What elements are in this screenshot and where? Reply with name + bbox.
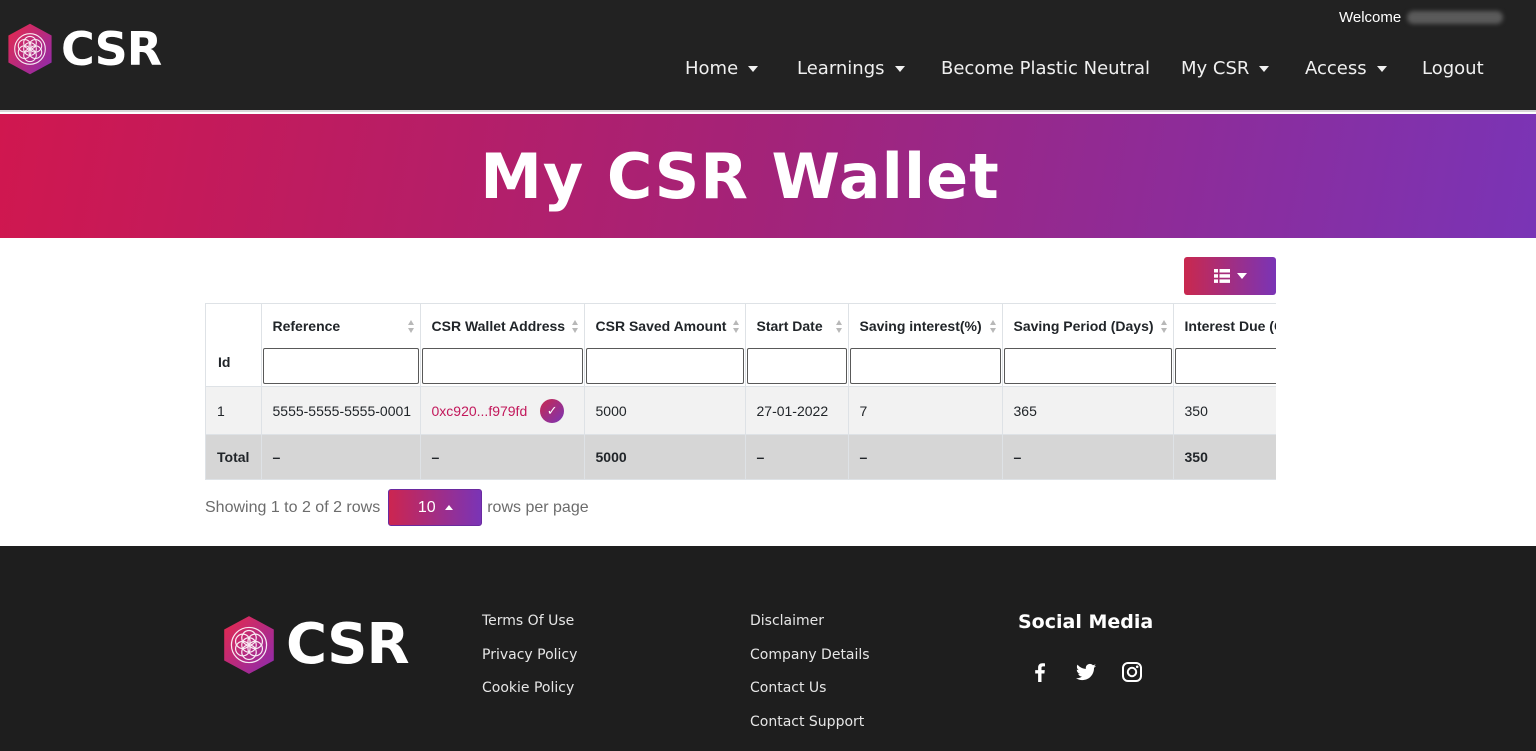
column-header-interest-due[interactable]: Interest Due (C bbox=[1173, 304, 1276, 387]
cell-reference: 5555-5555-5555-0001 bbox=[261, 386, 421, 435]
sort-icon bbox=[1160, 320, 1168, 334]
total-saved-amount: 5000 bbox=[584, 434, 746, 480]
column-header-wallet-address[interactable]: CSR Wallet Address bbox=[420, 304, 585, 387]
filter-saving-period-input[interactable] bbox=[1003, 348, 1172, 384]
instagram-icon[interactable] bbox=[1120, 660, 1144, 684]
column-header-saving-period[interactable]: Saving Period (Days) bbox=[1002, 304, 1174, 387]
nav-learnings[interactable]: Learnings bbox=[797, 58, 905, 79]
footer-link-contact-support[interactable]: Contact Support bbox=[750, 714, 864, 730]
table-row: 1 5555-5555-5555-0001 0xc920...f979fd ✓ … bbox=[206, 386, 1276, 435]
column-header-label: Saving interest(%) bbox=[859, 318, 982, 334]
redacted-user-email bbox=[1407, 11, 1504, 24]
column-header-label: CSR Wallet Address bbox=[431, 318, 566, 334]
cell-start-date: 27-01-2022 bbox=[745, 386, 849, 435]
footer-link-contact-us[interactable]: Contact Us bbox=[750, 680, 826, 696]
total-label: Total bbox=[206, 434, 262, 480]
cell-saving-interest: 7 bbox=[848, 386, 1003, 435]
page-size-dropdown[interactable]: 10 bbox=[388, 489, 483, 526]
sort-icon bbox=[407, 320, 415, 334]
column-header-id[interactable]: Id bbox=[206, 304, 262, 387]
cell-wallet-address: 0xc920...f979fd ✓ bbox=[420, 386, 585, 435]
total-interest-due: 350 bbox=[1173, 434, 1276, 480]
chevron-up-icon bbox=[444, 505, 453, 510]
column-header-label: Saving Period (Days) bbox=[1013, 318, 1154, 334]
footer-link-cookie[interactable]: Cookie Policy bbox=[482, 680, 574, 696]
social-media-heading: Social Media bbox=[1018, 611, 1154, 633]
nav-access[interactable]: Access bbox=[1305, 58, 1387, 79]
cell-id: 1 bbox=[206, 386, 262, 435]
total-reference: – bbox=[261, 434, 421, 480]
wallet-table: Id Reference CSR Wallet Address CSR Save… bbox=[206, 304, 1276, 480]
total-saving-interest: – bbox=[848, 434, 1003, 480]
footer-brand-name: CSR bbox=[286, 612, 410, 677]
columns-toggle-button[interactable] bbox=[1184, 257, 1276, 295]
cell-saving-period: 365 bbox=[1002, 386, 1174, 435]
footer-link-privacy[interactable]: Privacy Policy bbox=[482, 647, 577, 663]
nav-access-label: Access bbox=[1305, 58, 1367, 79]
nav-learnings-label: Learnings bbox=[797, 58, 885, 79]
chevron-down-icon bbox=[1376, 65, 1387, 72]
chevron-down-icon bbox=[894, 65, 905, 72]
nav-my-csr[interactable]: My CSR bbox=[1181, 58, 1270, 79]
csr-logo-icon bbox=[218, 612, 280, 678]
column-header-saved-amount[interactable]: CSR Saved Amount bbox=[584, 304, 746, 387]
footer-link-disclaimer[interactable]: Disclaimer bbox=[750, 613, 824, 629]
table-header-row: Id Reference CSR Wallet Address CSR Save… bbox=[206, 304, 1276, 387]
column-header-label: Interest Due (C bbox=[1184, 318, 1277, 334]
filter-saved-amount-input[interactable] bbox=[585, 348, 744, 384]
main-nav: Home Learnings Become Plastic Neutral My… bbox=[0, 58, 1536, 84]
list-icon bbox=[1213, 269, 1230, 283]
sort-icon bbox=[835, 320, 843, 334]
welcome-label: Welcome bbox=[1339, 9, 1402, 26]
sort-icon bbox=[571, 320, 579, 334]
page-title: My CSR Wallet bbox=[480, 140, 1000, 213]
column-header-start-date[interactable]: Start Date bbox=[745, 304, 849, 387]
page-size-value: 10 bbox=[417, 498, 436, 516]
nav-become-plastic-neutral[interactable]: Become Plastic Neutral bbox=[941, 58, 1150, 79]
cell-interest-due: 350 bbox=[1173, 386, 1276, 435]
facebook-icon[interactable] bbox=[1028, 660, 1052, 684]
nav-my-csr-label: My CSR bbox=[1181, 58, 1250, 79]
filter-start-date-input[interactable] bbox=[746, 348, 847, 384]
chevron-down-icon bbox=[1236, 273, 1247, 279]
column-header-reference[interactable]: Reference bbox=[261, 304, 421, 387]
footer-link-company-details[interactable]: Company Details bbox=[750, 647, 870, 663]
sort-icon bbox=[732, 320, 740, 334]
total-wallet-address: – bbox=[420, 434, 585, 480]
page-banner: My CSR Wallet bbox=[0, 114, 1536, 238]
filter-wallet-address-input[interactable] bbox=[421, 348, 583, 384]
welcome-message: Welcome bbox=[1339, 9, 1504, 26]
wallet-address-link[interactable]: 0xc920...f979fd bbox=[432, 403, 528, 419]
total-saving-period: – bbox=[1002, 434, 1174, 480]
column-header-label: CSR Saved Amount bbox=[595, 318, 727, 334]
column-header-label: Reference bbox=[272, 318, 341, 334]
twitter-icon[interactable] bbox=[1074, 660, 1098, 684]
wallet-table-container[interactable]: Id Reference CSR Wallet Address CSR Save… bbox=[205, 303, 1276, 480]
column-header-label: Id bbox=[218, 354, 231, 370]
chevron-down-icon bbox=[748, 65, 759, 72]
filter-reference-input[interactable] bbox=[262, 348, 419, 384]
nav-home-label: Home bbox=[685, 58, 739, 79]
filter-saving-interest-input[interactable] bbox=[849, 348, 1001, 384]
top-navbar: CSR Welcome Home Learnings Become Plasti… bbox=[0, 0, 1536, 112]
site-footer: CSR Terms Of Use Privacy Policy Cookie P… bbox=[0, 546, 1536, 751]
footer-link-terms[interactable]: Terms Of Use bbox=[482, 613, 574, 629]
nav-home[interactable]: Home bbox=[685, 58, 759, 79]
filter-interest-due-input[interactable] bbox=[1174, 348, 1276, 384]
verified-check-icon: ✓ bbox=[540, 398, 565, 423]
footer-logo[interactable]: CSR bbox=[218, 612, 410, 678]
nav-logout-label: Logout bbox=[1422, 58, 1484, 79]
pagination-info: Showing 1 to 2 of 2 rows bbox=[205, 498, 381, 516]
pagination-bar: Showing 1 to 2 of 2 rows 10 rows per pag… bbox=[205, 489, 589, 526]
sort-icon bbox=[989, 320, 997, 334]
nav-become-plastic-neutral-label: Become Plastic Neutral bbox=[941, 58, 1151, 79]
chevron-down-icon bbox=[1259, 65, 1270, 72]
column-header-saving-interest[interactable]: Saving interest(%) bbox=[848, 304, 1003, 387]
nav-logout[interactable]: Logout bbox=[1422, 58, 1484, 79]
table-total-row: Total – – 5000 – – – 350 bbox=[206, 434, 1276, 480]
cell-saved-amount: 5000 bbox=[584, 386, 746, 435]
rows-per-page-label: rows per page bbox=[487, 498, 589, 516]
column-header-label: Start Date bbox=[756, 318, 823, 334]
total-start-date: – bbox=[745, 434, 849, 480]
